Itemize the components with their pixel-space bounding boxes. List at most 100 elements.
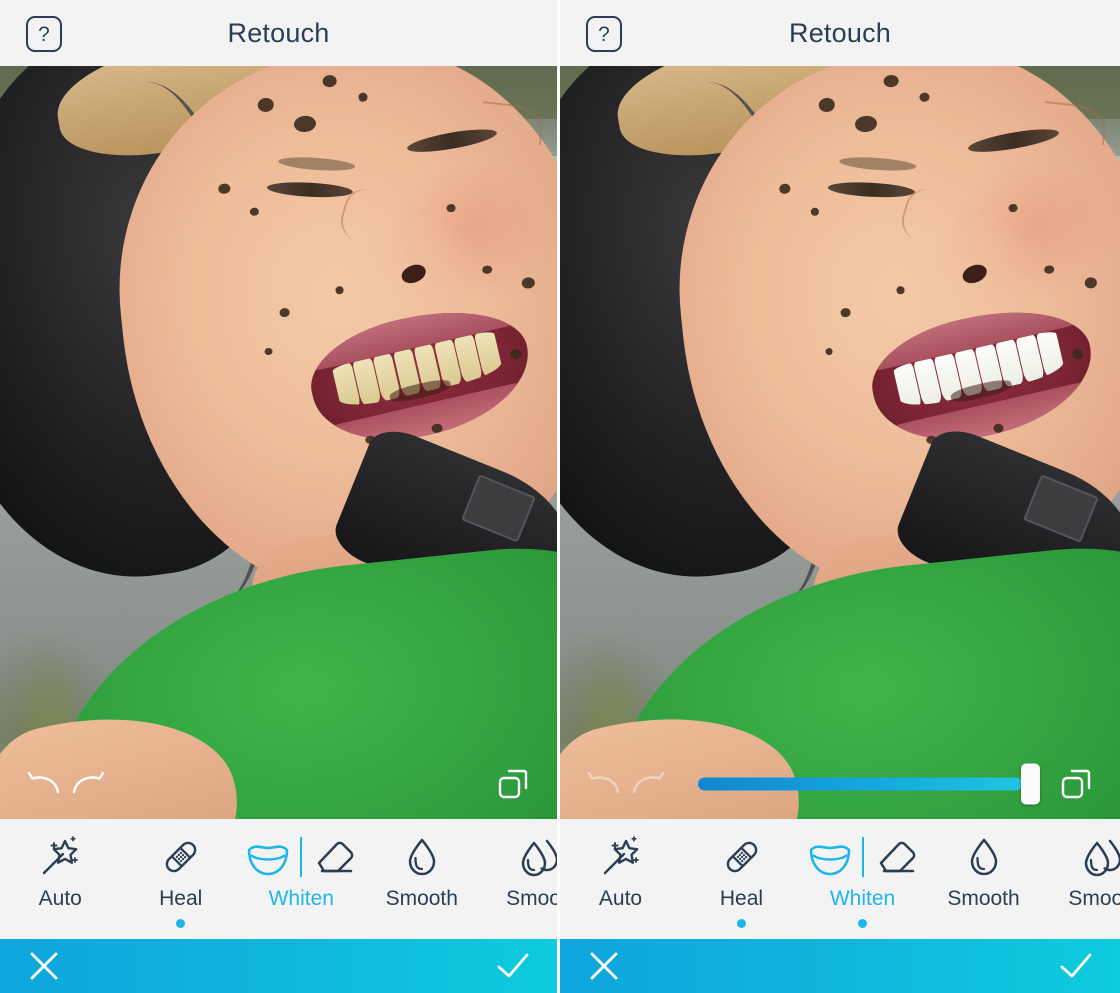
cancel-button[interactable] xyxy=(582,944,626,988)
undo-button[interactable] xyxy=(582,764,626,804)
question-mark-icon: ? xyxy=(598,22,610,46)
tool-label: Whiten xyxy=(829,887,896,910)
eyebrow xyxy=(277,155,356,173)
water-drop-icon xyxy=(961,833,1007,881)
tool-label: Smooth xyxy=(947,887,1020,910)
mud-speck xyxy=(357,92,368,103)
tool-strip-after: Auto Heal Whiten Smooth Smoo xyxy=(560,819,1120,939)
mud-speck xyxy=(217,183,230,195)
mouth xyxy=(861,292,1105,459)
water-drop-icon xyxy=(399,833,445,881)
slider-handle[interactable] xyxy=(1021,763,1040,805)
photo-overlay-controls xyxy=(560,761,1120,807)
tool-label: Smooth xyxy=(506,887,557,910)
dual-screenshot-comparison: ? Retouch Auto Heal Whiten Smooth Smoo ?… xyxy=(0,0,1120,993)
photo-canvas-after[interactable] xyxy=(560,66,1120,819)
tool-heal[interactable]: Heal xyxy=(681,833,802,928)
tool-applied-dot xyxy=(858,919,867,928)
compare-button[interactable] xyxy=(1054,764,1098,804)
mud-speck xyxy=(321,73,338,88)
redo-arrow-icon xyxy=(72,771,105,794)
mud-speck xyxy=(825,347,834,356)
tool-auto[interactable]: Auto xyxy=(560,833,681,928)
double-drop-icon xyxy=(1077,833,1120,881)
tool-applied-dot xyxy=(176,919,186,928)
mud-speck xyxy=(292,114,316,133)
tool-smooth-double[interactable]: Smooth xyxy=(1044,833,1120,928)
question-mark-icon: ? xyxy=(38,22,50,46)
close-x-icon xyxy=(30,952,58,980)
help-button[interactable]: ? xyxy=(26,16,62,52)
undo-button[interactable] xyxy=(22,764,66,804)
mud-speck xyxy=(256,96,275,113)
confirm-button[interactable] xyxy=(491,944,535,988)
mud-speck xyxy=(818,97,836,113)
action-bar-before xyxy=(0,939,557,993)
mud-speck xyxy=(810,207,820,217)
eye-closed xyxy=(827,180,916,200)
eye-closed xyxy=(266,180,354,200)
action-bar-after xyxy=(560,939,1120,993)
photo-image xyxy=(0,66,557,819)
eyebrow xyxy=(839,155,918,173)
tool-applied-dot xyxy=(737,919,746,928)
page-title: Retouch xyxy=(227,17,330,48)
help-button[interactable]: ? xyxy=(586,16,622,52)
teeth-smile-icon xyxy=(247,845,289,876)
double-drop-icon xyxy=(514,833,557,881)
magic-wand-icon xyxy=(598,833,644,881)
tool-whiten[interactable]: Whiten xyxy=(802,833,923,928)
compare-button[interactable] xyxy=(491,764,535,804)
tool-label: Smooth xyxy=(1068,887,1120,910)
tool-auto[interactable]: Auto xyxy=(0,833,121,928)
cancel-button[interactable] xyxy=(22,944,66,988)
eraser-icon xyxy=(318,841,354,873)
intensity-slider[interactable] xyxy=(698,762,1040,806)
mud-speck xyxy=(263,347,273,356)
tool-strip-before: Auto Heal Whiten Smooth Smoo xyxy=(0,819,557,939)
screen-after: ? Retouch Auto Heal Whiten Smooth Smoo xyxy=(560,0,1120,993)
slider-track[interactable] xyxy=(698,777,1022,791)
page-title: Retouch xyxy=(789,17,891,48)
mud-speck xyxy=(840,308,851,318)
redo-button[interactable] xyxy=(626,764,670,804)
confirm-button[interactable] xyxy=(1054,944,1098,988)
photo-image xyxy=(560,66,1120,819)
tool-heal[interactable]: Heal xyxy=(121,833,242,928)
whiten-icon-group xyxy=(245,833,357,881)
photo-canvas-before[interactable] xyxy=(0,66,557,819)
mud-speck xyxy=(334,285,344,295)
tool-whiten[interactable]: Whiten xyxy=(241,833,362,928)
tool-label: Whiten xyxy=(268,887,334,910)
eraser-icon xyxy=(879,841,915,873)
mud-speck xyxy=(896,285,906,295)
compare-layers-icon xyxy=(498,769,528,799)
tool-smooth[interactable]: Smooth xyxy=(923,833,1044,928)
photo-overlay-controls xyxy=(0,761,557,807)
app-header: ? Retouch xyxy=(560,0,1120,66)
redo-arrow-icon xyxy=(632,771,665,794)
mud-speck xyxy=(778,183,792,195)
mud-speck xyxy=(248,207,259,217)
mud-speck xyxy=(1083,276,1098,289)
close-x-icon xyxy=(590,952,618,980)
screen-before: ? Retouch Auto Heal Whiten Smooth Smoo xyxy=(0,0,557,993)
checkmark-icon xyxy=(497,953,529,978)
mud-speck xyxy=(430,422,442,434)
app-header: ? Retouch xyxy=(0,0,557,66)
tool-smooth-double[interactable]: Smooth xyxy=(482,833,557,928)
tool-label: Heal xyxy=(719,887,764,910)
bandage-icon xyxy=(719,833,765,881)
tool-label: Auto xyxy=(38,887,82,910)
icon-divider xyxy=(300,837,303,877)
mud-speck xyxy=(853,114,878,133)
whiten-icon-group xyxy=(807,833,919,881)
tool-smooth[interactable]: Smooth xyxy=(362,833,483,928)
undo-arrow-icon xyxy=(27,771,60,794)
mud-speck xyxy=(521,276,535,289)
tool-label: Auto xyxy=(598,887,643,910)
redo-button[interactable] xyxy=(66,764,110,804)
icon-divider xyxy=(861,837,864,877)
mud-speck xyxy=(278,307,290,318)
tool-label: Smooth xyxy=(385,887,458,910)
